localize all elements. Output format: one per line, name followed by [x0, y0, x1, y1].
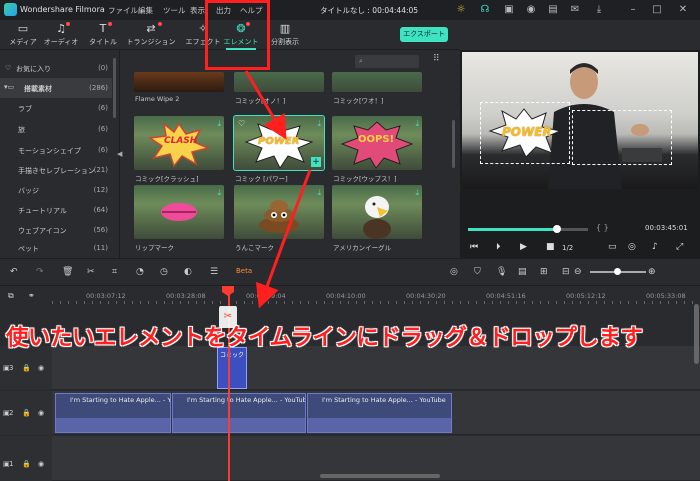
annotation-arrow-1 [244, 70, 287, 140]
annotation-arrows [244, 70, 312, 309]
annotation-arrow-2 [255, 169, 312, 309]
annotation-text: 使いたいエレメントをタイムラインにドラッグ＆ドロップします [6, 325, 643, 351]
